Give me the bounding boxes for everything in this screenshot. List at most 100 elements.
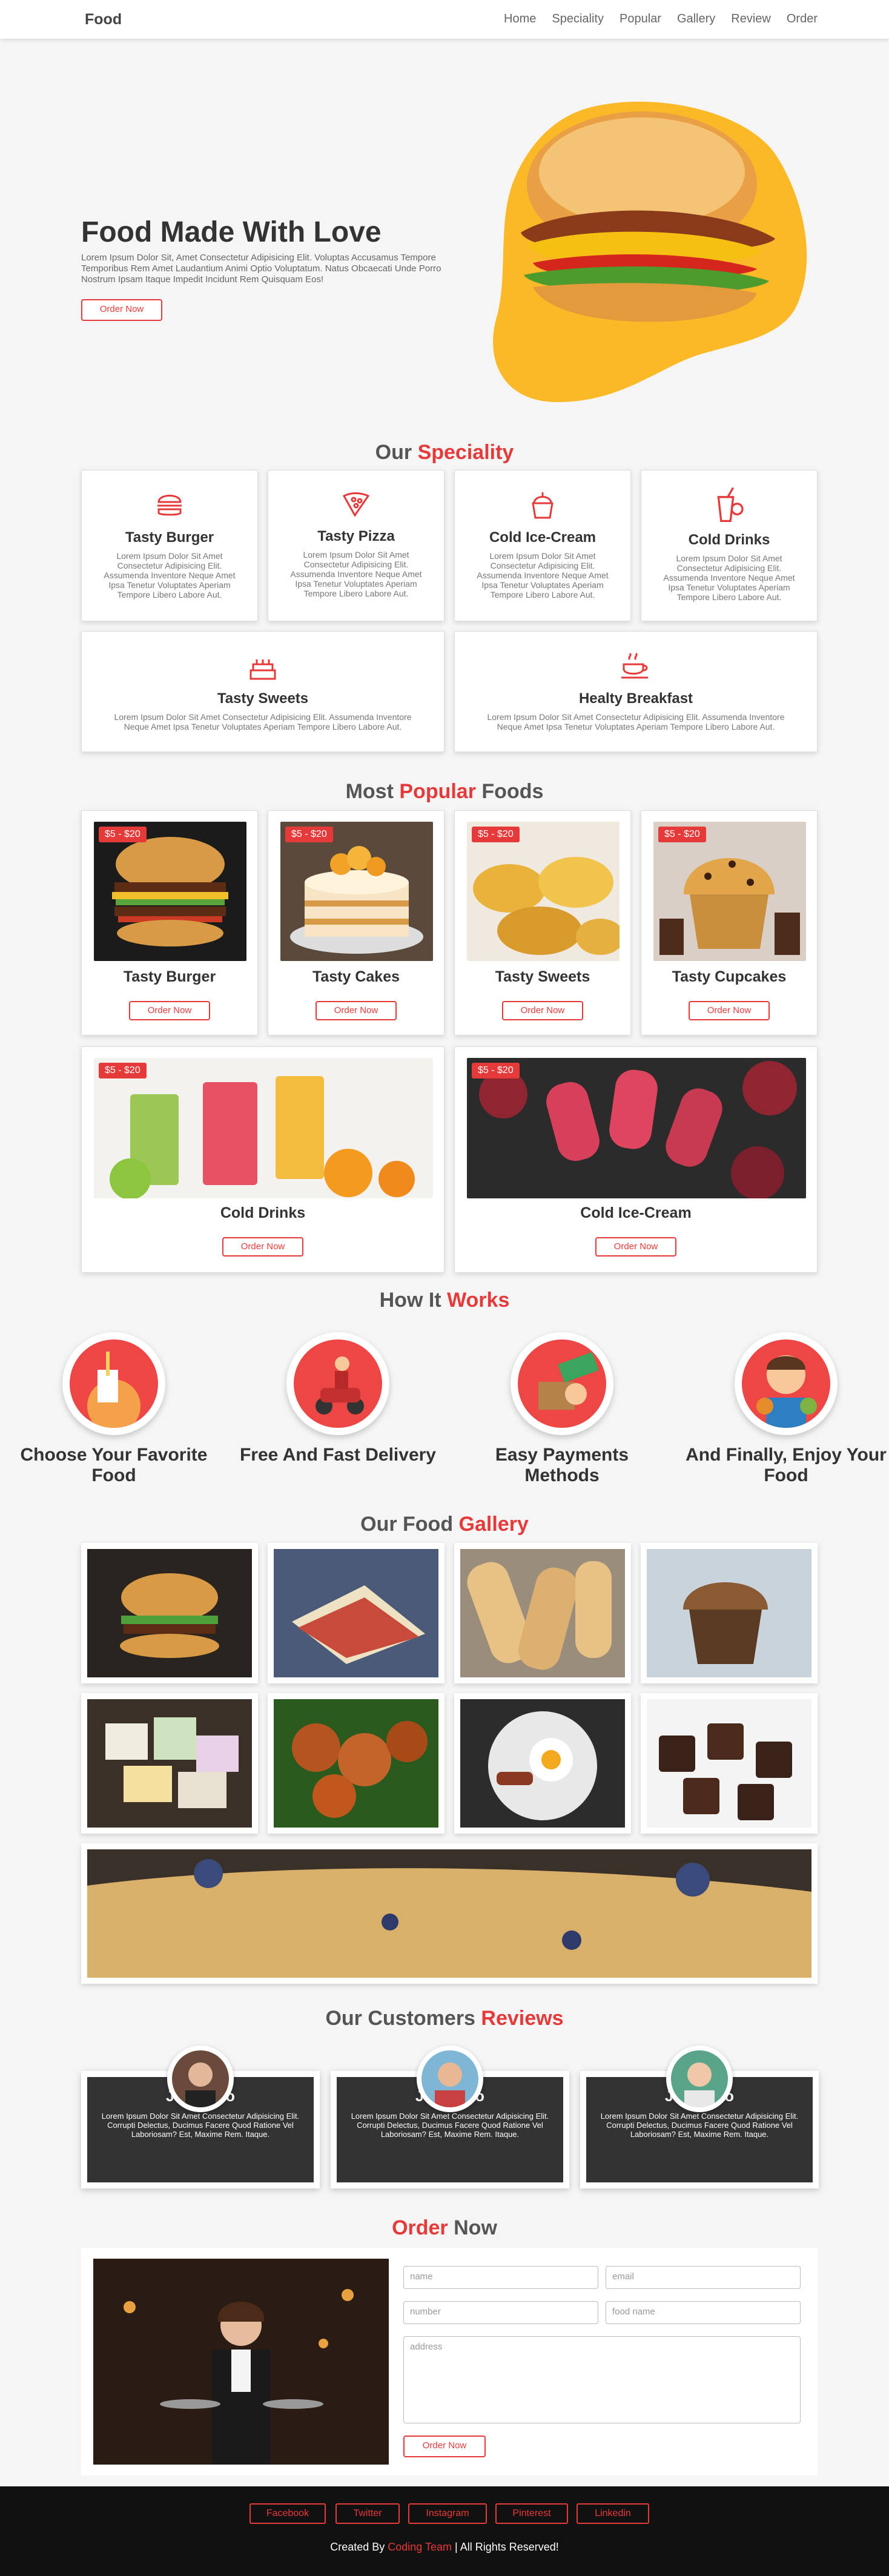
avatar [167, 2046, 234, 2112]
cake-icon [250, 659, 276, 680]
logo[interactable]: Food [85, 11, 122, 28]
number-input[interactable]: number [403, 2301, 598, 2324]
popular-order-button[interactable]: Order Now [689, 1001, 770, 1020]
reviews-title: Our Customers Reviews [0, 2007, 889, 2030]
footer-pinterest-link[interactable]: Pinterest [495, 2503, 568, 2524]
gallery-image[interactable] [81, 1843, 818, 1984]
gallery-title-a: Our Food [360, 1513, 454, 1536]
nav-popular[interactable]: Popular [620, 12, 661, 26]
avatar [417, 2046, 483, 2112]
food-name-input[interactable]: food name [606, 2301, 801, 2324]
gallery-image[interactable] [268, 1543, 444, 1683]
popular-order-button[interactable]: Order Now [502, 1001, 583, 1020]
price-badge: $5 - $20 [472, 1063, 520, 1078]
step-name: And Finally, Enjoy Your Food [686, 1445, 887, 1485]
burger-image [94, 822, 246, 961]
speciality-title-a: Our [375, 441, 412, 464]
gallery-image[interactable] [641, 1693, 818, 1834]
gallery-image[interactable] [268, 1693, 444, 1834]
speciality-name: Tasty Pizza [317, 528, 395, 544]
price-badge: $5 - $20 [99, 827, 147, 842]
popular-order-button[interactable]: Order Now [316, 1001, 397, 1020]
popular-title: Most Popular Foods [0, 780, 889, 804]
footer-twitter-link[interactable]: Twitter [335, 2503, 400, 2524]
popular-order-button[interactable]: Order Now [222, 1237, 303, 1257]
step-image [511, 1332, 613, 1435]
popular-card: $5 - $20 Cold Drinks Order Now [81, 1046, 444, 1273]
nav-menu: Home Speciality Popular Gallery Review O… [504, 12, 818, 26]
steps-title: How It Works [0, 1289, 889, 1312]
footer-credit: Created By Coding Team | All Rights Rese… [0, 2541, 889, 2554]
pizza-icon [342, 492, 370, 517]
email-input[interactable]: email [606, 2266, 801, 2289]
popular-title-b: Popular [399, 780, 476, 803]
gallery-image[interactable] [81, 1693, 258, 1834]
footer-linkedin-link[interactable]: Linkedin [577, 2503, 649, 2524]
home-order-button[interactable]: Order Now [81, 299, 162, 321]
gallery-title: Our Food Gallery [0, 1513, 889, 1536]
popular-card: $5 - $20 Tasty Sweets Order Now [454, 810, 631, 1035]
address-textarea[interactable]: address [403, 2336, 801, 2423]
speciality-card: Tasty Pizza Lorem Ipsum Dolor Sit Amet C… [268, 470, 444, 621]
step-image [62, 1332, 165, 1435]
gallery-image[interactable] [81, 1543, 258, 1683]
order-now-button[interactable]: Order Now [403, 2436, 486, 2457]
order-title-b: Now [454, 2216, 497, 2239]
popular-order-button[interactable]: Order Now [595, 1237, 676, 1257]
gallery-image[interactable] [454, 1543, 631, 1683]
popular-name: Tasty Burger [123, 968, 216, 985]
speciality-title: Our Speciality [0, 441, 889, 464]
avatar [666, 2046, 733, 2112]
waiter-image [93, 2259, 389, 2465]
speciality-card: Tasty Burger Lorem Ipsum Dolor Sit Amet … [81, 470, 258, 621]
gallery-image[interactable] [454, 1693, 631, 1834]
order-title-a: Order [392, 2216, 448, 2239]
step-item: And Finally, Enjoy Your Food [683, 1332, 889, 1486]
step-item: Choose Your Favorite Food [11, 1332, 217, 1486]
popular-order-button[interactable]: Order Now [129, 1001, 210, 1020]
speciality-name: Tasty Sweets [217, 690, 309, 707]
gallery-title-b: Gallery [458, 1513, 529, 1536]
popular-card: $5 - $20 Cold Ice-Cream Order Now [454, 1046, 818, 1273]
order-form: name email number food name address Orde… [81, 2248, 818, 2475]
price-badge: $5 - $20 [285, 827, 333, 842]
popular-card: $5 - $20 Tasty Cupcakes Order Now [641, 810, 818, 1035]
steps-title-a: How It [379, 1289, 441, 1312]
nav-home[interactable]: Home [504, 12, 536, 26]
popular-name: Cold Drinks [220, 1204, 306, 1221]
home-section: Food Made With Love Lorem Ipsum Dolor Si… [0, 39, 889, 403]
credit-suffix: | All Rights Reserved! [455, 2541, 559, 2553]
step-item: Free And Fast Delivery [235, 1332, 441, 1465]
popular-card: $5 - $20 Tasty Burger Order Now [81, 810, 258, 1035]
reviews-title-a: Our Customers [325, 2007, 475, 2030]
speciality-text: Lorem Ipsum Dolor Sit Amet Consectetur A… [114, 712, 412, 732]
name-input[interactable]: name [403, 2266, 598, 2289]
speciality-name: Cold Ice-Cream [489, 529, 597, 546]
speciality-name: Healty Breakfast [578, 690, 693, 707]
reviews-title-b: Reviews [481, 2007, 564, 2030]
order-title: Order Now [0, 2216, 889, 2240]
nav-gallery[interactable]: Gallery [677, 12, 715, 26]
step-name: Choose Your Favorite Food [20, 1445, 208, 1485]
nav-review[interactable]: Review [731, 12, 771, 26]
gallery-image[interactable] [641, 1543, 818, 1683]
speciality-text: Lorem Ipsum Dolor Sit Amet Consectetur A… [487, 712, 785, 732]
speciality-name: Cold Drinks [688, 532, 770, 548]
footer-instagram-link[interactable]: Instagram [408, 2503, 487, 2524]
cake-image [280, 822, 433, 961]
home-title: Food Made With Love [81, 216, 382, 248]
step-item: Easy Payments Methods [459, 1332, 665, 1486]
price-badge: $5 - $20 [658, 827, 706, 842]
burger-icon [157, 495, 182, 516]
header: Food Home Speciality Popular Gallery Rev… [0, 0, 889, 39]
review-text: Lorem Ipsum Dolor Sit Amet Consectetur A… [351, 2112, 549, 2139]
nav-order[interactable]: Order [787, 12, 818, 26]
credit-team[interactable]: Coding Team [388, 2541, 452, 2553]
popular-name: Tasty Cupcakes [672, 968, 787, 985]
ice-cream-icon [532, 492, 554, 519]
nav-speciality[interactable]: Speciality [552, 12, 604, 26]
drink-icon [717, 487, 744, 523]
home-text: Lorem Ipsum Dolor Sit, Amet Consectetur … [81, 253, 441, 285]
step-image [735, 1332, 838, 1435]
footer-facebook-link[interactable]: Facebook [250, 2503, 326, 2524]
